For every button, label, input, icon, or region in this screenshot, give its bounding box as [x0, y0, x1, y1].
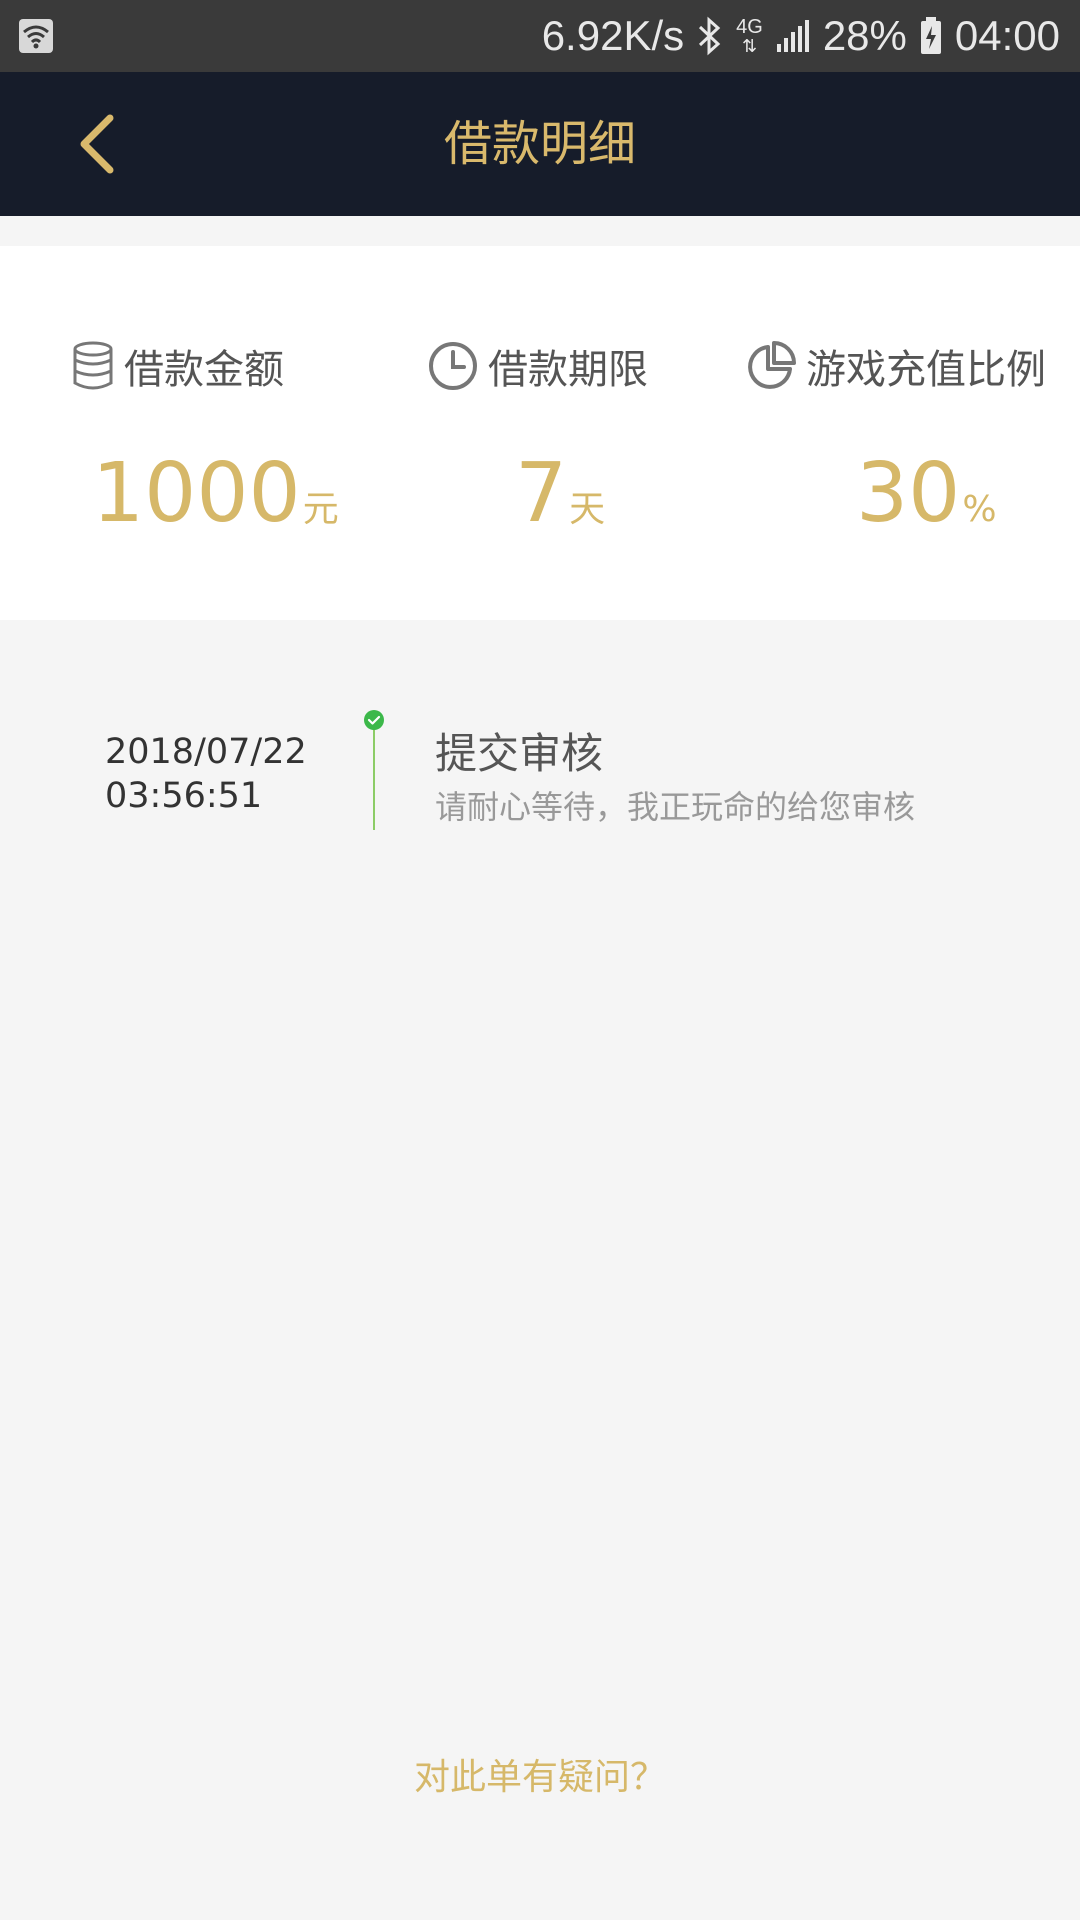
- wifi-icon: [19, 19, 53, 53]
- timeline-description: 请耐心等待，我正玩命的给您审核: [435, 788, 916, 826]
- top-app-bar: 借款明细: [0, 72, 1080, 216]
- clock-time: 04:00: [954, 12, 1060, 59]
- timeline-time: 03:56:51: [105, 776, 263, 816]
- loan-term-unit: 天: [569, 489, 606, 530]
- network-type-4g: 4G ⇅: [736, 16, 763, 56]
- battery-percent: 28%: [822, 12, 907, 59]
- timeline-line: [373, 728, 375, 830]
- battery-icon: [920, 17, 941, 54]
- recharge-ratio-unit: %: [962, 489, 997, 530]
- timeline-timestamp: 2018/07/22 03:56:51: [105, 730, 307, 818]
- loan-term-label: 借款期限: [488, 347, 648, 393]
- bluetooth-icon: [699, 16, 721, 56]
- recharge-ratio-label: 游戏充值比例: [806, 347, 1046, 393]
- recharge-ratio-column: 游戏充值比例 30 %: [720, 246, 1080, 620]
- recharge-ratio-value: 30: [856, 446, 961, 541]
- timeline-date: 2018/07/22: [105, 732, 307, 772]
- loan-summary-card: 借款金额 1000 元 借款期限 7 天 游戏充值比例 30 %: [0, 246, 1080, 620]
- loan-term-value: 7: [515, 446, 568, 541]
- loan-term-column: 借款期限 7 天: [360, 246, 720, 620]
- loan-amount-value: 1000: [92, 446, 301, 541]
- page-title: 借款明细: [443, 116, 636, 172]
- question-link[interactable]: 对此单有疑问？: [0, 1748, 1080, 1800]
- loan-amount-unit: 元: [302, 489, 339, 530]
- signal-icon: [776, 20, 809, 52]
- status-bar: 6.92K/s 4G ⇅ 28% 04:00: [0, 0, 1080, 72]
- clock-icon: [429, 342, 477, 390]
- pie-chart-icon: [748, 341, 796, 389]
- network-speed: 6.92K/s: [541, 12, 685, 59]
- loan-amount-column: 借款金额 1000 元: [0, 246, 360, 620]
- coin-stack-icon: [73, 341, 113, 390]
- check-circle-icon: [364, 710, 384, 730]
- timeline-item: 2018/07/22 03:56:51 提交审核 请耐心等待，我正玩命的给您审核: [0, 700, 1080, 840]
- timeline-title: 提交审核: [435, 729, 604, 778]
- loan-amount-label: 借款金额: [124, 347, 284, 393]
